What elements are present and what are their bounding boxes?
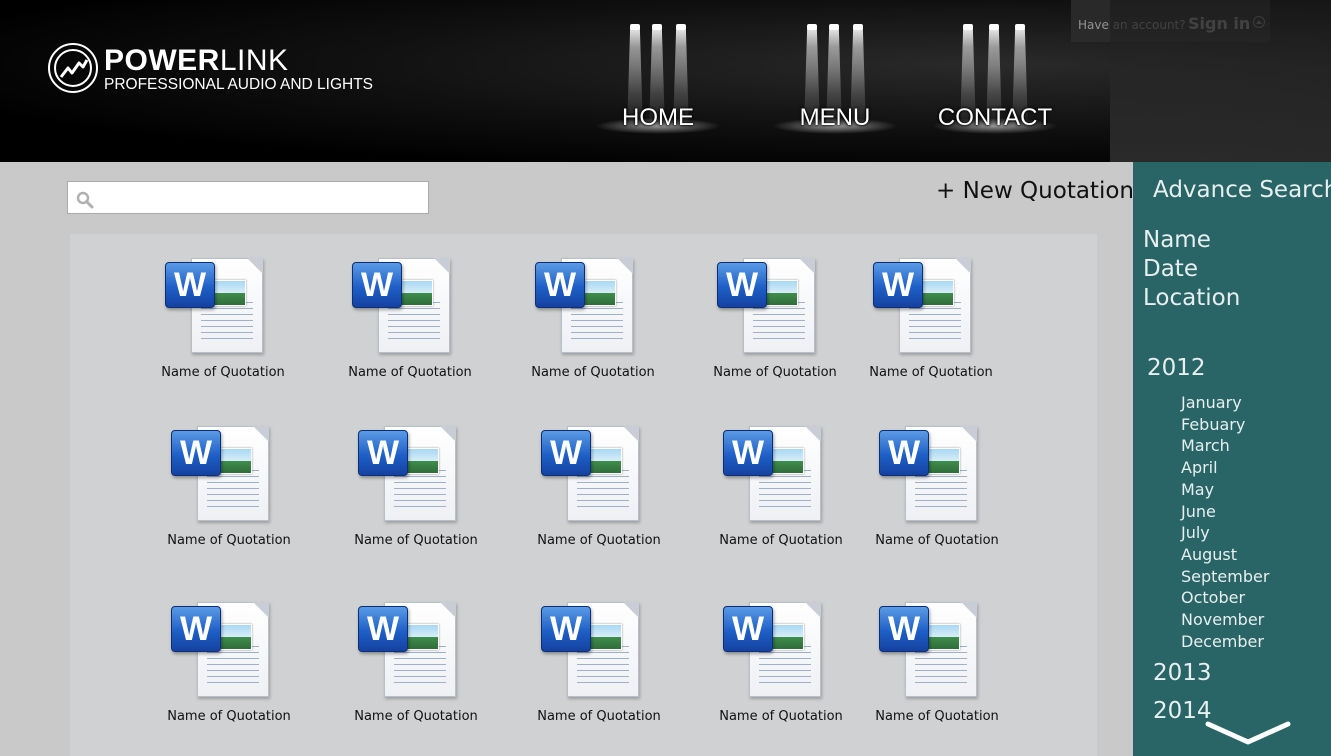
quotation-name: Name of Quotation [875, 533, 999, 548]
word-document-icon: W [352, 262, 402, 308]
quotation-name: Name of Quotation [869, 365, 993, 380]
quotation-document[interactable]: W Name of Quotation [529, 598, 669, 738]
month-item[interactable]: October [1181, 588, 1245, 607]
quotation-document[interactable]: W Name of Quotation [346, 422, 486, 562]
word-document-icon: W [723, 430, 773, 476]
word-document-icon: W [165, 262, 215, 308]
quotation-name: Name of Quotation [719, 533, 843, 548]
quotation-name: Name of Quotation [531, 365, 655, 380]
quotation-name: Name of Quotation [537, 533, 661, 548]
quotation-name: Name of Quotation [348, 365, 472, 380]
month-item[interactable]: June [1181, 502, 1216, 521]
month-item[interactable]: May [1181, 480, 1214, 499]
powerlink-logo[interactable]: POWERLINK PROFESSIONAL AUDIO AND LIGHTS [48, 43, 373, 99]
nav-contact-label: CONTACT [937, 104, 1053, 131]
quotation-name: Name of Quotation [354, 709, 478, 724]
nav-menu[interactable]: MENU [770, 0, 900, 162]
month-item[interactable]: July [1181, 523, 1210, 542]
account-box: Have an account? Sign in [1071, 0, 1270, 42]
word-document-icon: W [535, 262, 585, 308]
nav-home-label: HOME [622, 104, 694, 131]
logo-tagline: PROFESSIONAL AUDIO AND LIGHTS [104, 76, 374, 93]
quotation-document[interactable]: W Name of Quotation [705, 254, 845, 394]
filter-date[interactable]: Date [1143, 256, 1198, 282]
account-question: Have an account? [1078, 18, 1186, 32]
word-document-icon: W [358, 430, 408, 476]
chevron-down-icon[interactable] [1205, 720, 1291, 746]
search-box[interactable] [67, 181, 429, 214]
quotation-name: Name of Quotation [719, 709, 843, 724]
advance-search-sidebar: Advance Search Name Date Location 2012 J… [1133, 162, 1331, 756]
month-item[interactable]: November [1181, 610, 1264, 629]
quotation-document[interactable]: W Name of Quotation [867, 598, 1007, 738]
word-document-icon: W [879, 606, 929, 652]
quotation-name: Name of Quotation [537, 709, 661, 724]
word-document-icon: W [358, 606, 408, 652]
word-document-icon: W [541, 606, 591, 652]
signin-arrow-icon[interactable] [1253, 16, 1265, 28]
quotation-document[interactable]: W Name of Quotation [159, 422, 299, 562]
new-quotation-button[interactable]: + New Quotation [936, 178, 1134, 204]
month-item[interactable]: Febuary [1181, 415, 1245, 434]
nav-menu-label: MENU [799, 104, 871, 131]
quotation-name: Name of Quotation [161, 365, 285, 380]
year-2012[interactable]: 2012 [1147, 355, 1206, 381]
advance-search-title: Advance Search [1153, 177, 1331, 203]
quotation-document[interactable]: W Name of Quotation [340, 254, 480, 394]
quotation-document[interactable]: W Name of Quotation [529, 422, 669, 562]
quotation-name: Name of Quotation [354, 533, 478, 548]
word-document-icon: W [717, 262, 767, 308]
nav-home[interactable]: HOME [593, 0, 723, 162]
month-item[interactable]: March [1181, 436, 1230, 455]
month-item[interactable]: August [1181, 545, 1237, 564]
filter-name[interactable]: Name [1143, 227, 1211, 253]
quotation-document[interactable]: W Name of Quotation [153, 254, 293, 394]
quotation-document[interactable]: W Name of Quotation [159, 598, 299, 738]
search-input[interactable] [100, 184, 424, 212]
month-item[interactable]: September [1181, 567, 1269, 586]
year-2013[interactable]: 2013 [1153, 660, 1212, 686]
quotation-document[interactable]: W Name of Quotation [867, 422, 1007, 562]
word-document-icon: W [171, 606, 221, 652]
quotation-name: Name of Quotation [167, 709, 291, 724]
logo-emblem-icon [48, 43, 98, 93]
nav-contact[interactable]: CONTACT [930, 0, 1060, 162]
word-document-icon: W [879, 430, 929, 476]
word-document-icon: W [873, 262, 923, 308]
quotation-document[interactable]: W Name of Quotation [711, 598, 851, 738]
quotation-name: Name of Quotation [713, 365, 837, 380]
quotation-name: Name of Quotation [167, 533, 291, 548]
word-document-icon: W [723, 606, 773, 652]
month-item[interactable]: April [1181, 458, 1218, 477]
quotation-document[interactable]: W Name of Quotation [711, 422, 851, 562]
search-icon [76, 191, 94, 209]
quotation-document[interactable]: W Name of Quotation [346, 598, 486, 738]
quotation-document[interactable]: W Name of Quotation [523, 254, 663, 394]
signin-link[interactable]: Sign in [1188, 14, 1250, 33]
word-document-icon: W [541, 430, 591, 476]
quotation-document[interactable]: W Name of Quotation [861, 254, 1001, 394]
logo-name: POWERLINK [104, 44, 289, 77]
filter-location[interactable]: Location [1143, 285, 1240, 311]
quotation-name: Name of Quotation [875, 709, 999, 724]
word-document-icon: W [171, 430, 221, 476]
site-header: POWERLINK PROFESSIONAL AUDIO AND LIGHTS … [0, 0, 1331, 162]
month-item[interactable]: December [1181, 632, 1264, 651]
year-2014[interactable]: 2014 [1153, 698, 1212, 724]
month-item[interactable]: January [1181, 393, 1242, 412]
